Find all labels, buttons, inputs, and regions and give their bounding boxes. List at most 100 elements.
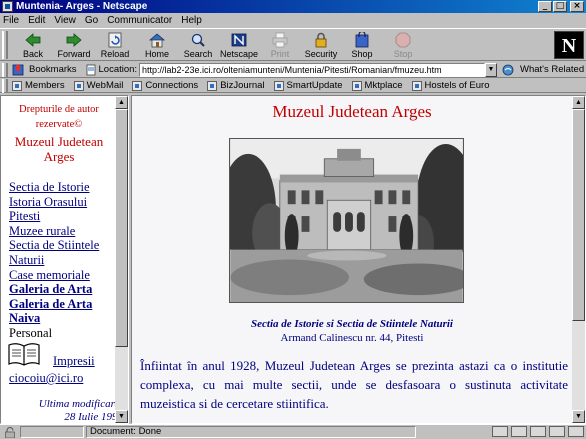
search-button[interactable]: Search (178, 32, 218, 60)
scroll-thumb[interactable] (115, 109, 128, 347)
nav-link-naiva[interactable]: Naiva (9, 311, 119, 326)
menu-communicator[interactable]: Communicator (107, 15, 172, 26)
personal-item-label: Hostels of Euro (424, 80, 490, 91)
nav-link-istoria-orasului[interactable]: Istoria Orasului (9, 195, 119, 210)
location-grip[interactable] (2, 62, 8, 77)
personal-item-label: WebMail (86, 80, 124, 91)
bookmark-icon (132, 80, 143, 91)
personal-item-label: SmartUpdate (286, 80, 343, 91)
netscape-label: Netscape (219, 49, 259, 59)
minimize-button[interactable]: _ (538, 1, 552, 12)
print-button[interactable]: Print (260, 32, 300, 60)
navigator-component-icon[interactable] (492, 426, 508, 437)
left-frame-scrollbar[interactable]: ▲ ▼ (115, 96, 128, 423)
stop-label: Stop (393, 49, 413, 59)
email-link[interactable]: ciocoiu@ici.ro (9, 371, 83, 386)
personal-item-bizjournal[interactable]: BizJournal (207, 80, 265, 91)
mail-component-icon[interactable] (511, 426, 527, 437)
bookmark-icon (273, 80, 284, 91)
left-nav-frame: Drepturile de autor rezervate© Muzeul Ju… (0, 95, 129, 424)
menu-view[interactable]: View (54, 15, 76, 26)
location-toolbar: Bookmarks Location: http://lab2-23e.ici.… (0, 62, 586, 78)
close-button[interactable]: × (570, 1, 584, 12)
scroll-up-button[interactable]: ▲ (572, 96, 585, 109)
nav-link-naturii[interactable]: Naturii (9, 253, 119, 268)
url-input[interactable]: http://lab2-23e.ici.ro/olteniamunteni/Mu… (139, 63, 485, 77)
security-label: Security (304, 49, 338, 59)
window-titlebar[interactable]: Muntenia- Arges - Netscape _ □ × (0, 0, 586, 13)
url-dropdown-button[interactable]: ▼ (485, 63, 497, 77)
whats-related-icon (502, 64, 514, 76)
search-label: Search (183, 49, 213, 59)
scroll-down-button[interactable]: ▼ (572, 410, 585, 423)
bookmarks-icon (12, 64, 24, 75)
security-button[interactable]: Security (301, 32, 341, 60)
nav-link-sectia-stiintele[interactable]: Sectia de Stiintele (9, 238, 119, 253)
home-button[interactable]: Home (137, 32, 177, 60)
personal-item-members[interactable]: Members (12, 80, 65, 91)
shop-button[interactable]: Shop (342, 32, 382, 60)
back-button[interactable]: Back (13, 32, 53, 60)
museum-title: Muzeul Judetean Arges (272, 102, 432, 121)
bookmark-icon (12, 80, 22, 91)
progress-meter (20, 426, 84, 438)
window-title: Muntenia- Arges - Netscape (16, 1, 148, 12)
netscape-logo[interactable]: N (554, 31, 584, 59)
personal-item-connections[interactable]: Connections (132, 80, 198, 91)
reload-button[interactable]: Reload (95, 32, 135, 60)
lock-icon (315, 32, 327, 48)
nav-link-sectia-istorie[interactable]: Sectia de Istorie (9, 180, 119, 195)
nav-link-galeria-arta-naiva[interactable]: Galeria de Arta (9, 297, 119, 312)
last-modified: Ultima modificare: 28 Iulie 1999 (11, 398, 123, 423)
home-label: Home (144, 49, 169, 59)
main-frame-scrollbar[interactable]: ▲ ▼ (572, 96, 585, 423)
whats-related-button[interactable]: What's Related (520, 64, 584, 75)
composer-component-icon[interactable] (549, 426, 565, 437)
personal-item-mktplace[interactable]: Mktplace (351, 80, 403, 91)
page-proxy-icon[interactable] (85, 64, 97, 76)
print-icon (272, 32, 288, 48)
maximize-button[interactable]: □ (553, 1, 567, 12)
menu-bar: File Edit View Go Communicator Help (0, 13, 586, 27)
netscape-button[interactable]: Netscape (219, 32, 259, 60)
impresii-link[interactable]: Impresii (53, 354, 95, 369)
address-book-icon[interactable] (568, 426, 584, 437)
stop-icon (395, 32, 411, 48)
personal-item-label: Mktplace (364, 80, 403, 91)
menu-file[interactable]: File (3, 15, 19, 26)
forward-button[interactable]: Forward (54, 32, 94, 60)
main-content-frame: Muzeul Judetean Arges Sectia de Istorie … (131, 95, 586, 424)
nav-link-galeria-arta[interactable]: Galeria de Arta (9, 282, 119, 297)
netscape-app-icon (2, 1, 13, 12)
last-modified-date: 28 Iulie 1999 (64, 411, 123, 423)
photo-caption: Sectia de Istorie si Sectia de Stiintele… (251, 318, 453, 330)
personal-item-smartupdate[interactable]: SmartUpdate (273, 80, 343, 91)
personal-item-webmail[interactable]: WebMail (73, 80, 124, 91)
last-modified-label: Ultima modificare: (38, 398, 123, 410)
scroll-down-button[interactable]: ▼ (115, 410, 128, 423)
open-book-icon[interactable] (8, 342, 40, 366)
menu-go[interactable]: Go (85, 15, 98, 26)
navigation-toolbar: Back Forward Reload Home Search Netscape… (0, 28, 586, 61)
discussion-component-icon[interactable] (530, 426, 546, 437)
menu-edit[interactable]: Edit (28, 15, 45, 26)
personal-item-label: Connections (145, 80, 199, 91)
stop-button[interactable]: Stop (383, 32, 423, 60)
bookmark-icon (207, 80, 218, 91)
search-icon (191, 33, 205, 47)
security-lock-icon[interactable] (3, 426, 17, 438)
bookmark-icon (351, 80, 362, 91)
nav-link-case-memoriale[interactable]: Case memoriale (9, 268, 119, 283)
toolbar-grip[interactable] (2, 31, 8, 59)
menu-help[interactable]: Help (181, 15, 202, 26)
bookmarks-button[interactable]: Bookmarks (29, 64, 77, 75)
personal-grip[interactable] (2, 78, 8, 93)
photo-address: Armand Calinescu nr. 44, Pitesti (280, 332, 424, 344)
personal-toolbar: Members WebMail Connections BizJournal S… (0, 78, 586, 93)
nav-link-muzee-rurale[interactable]: Muzee rurale (9, 224, 119, 239)
nav-link-pitesti[interactable]: Pitesti (9, 209, 119, 224)
scroll-up-button[interactable]: ▲ (115, 96, 128, 109)
personal-item-hostels[interactable]: Hostels of Euro (411, 80, 490, 91)
forward-arrow-icon (66, 33, 82, 47)
scroll-thumb[interactable] (572, 109, 585, 321)
